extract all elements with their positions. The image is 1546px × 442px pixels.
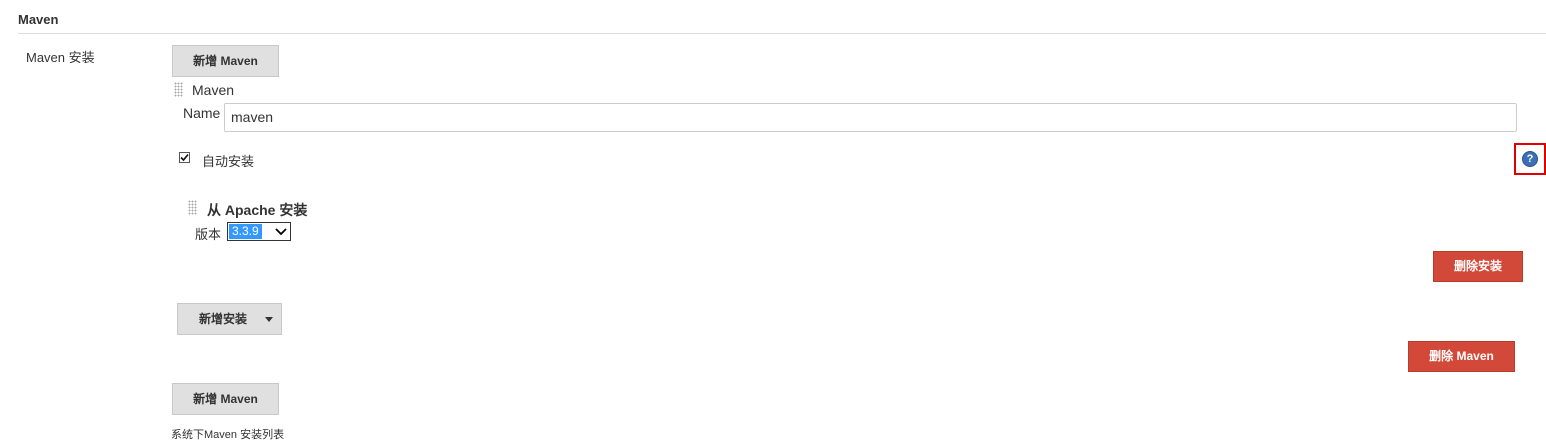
- add-installer-button[interactable]: 新增安装: [177, 303, 282, 335]
- maven-install-label: Maven 安装: [26, 50, 95, 65]
- installer-drag-handle-icon[interactable]: [188, 200, 197, 215]
- add-maven-button-top[interactable]: 新增 Maven: [172, 45, 279, 77]
- installer-title: 从 Apache 安装: [207, 202, 308, 218]
- help-highlight: ?: [1514, 143, 1546, 175]
- caret-down-icon: [265, 317, 273, 322]
- maven-entry-header: Maven: [192, 82, 235, 98]
- auto-install-label: 自动安装: [202, 154, 255, 169]
- chevron-down-icon: [275, 228, 287, 236]
- delete-maven-button[interactable]: 删除 Maven: [1408, 341, 1515, 372]
- add-installer-label: 新增安装: [199, 312, 248, 326]
- version-label: 版本: [195, 227, 222, 242]
- checkmark-icon: [180, 153, 189, 162]
- section-title: Maven: [18, 12, 59, 27]
- name-input[interactable]: maven: [224, 103, 1517, 132]
- version-select[interactable]: 3.3.9: [227, 222, 291, 241]
- delete-installer-button[interactable]: 删除安装: [1433, 251, 1523, 282]
- auto-install-checkbox[interactable]: [179, 152, 190, 163]
- version-selected-value: 3.3.9: [229, 224, 262, 239]
- name-label: Name: [183, 105, 221, 121]
- add-maven-button-bottom[interactable]: 新增 Maven: [172, 383, 279, 415]
- section-divider: [18, 33, 1546, 34]
- drag-handle-icon[interactable]: [174, 82, 183, 97]
- help-icon[interactable]: ?: [1522, 151, 1538, 167]
